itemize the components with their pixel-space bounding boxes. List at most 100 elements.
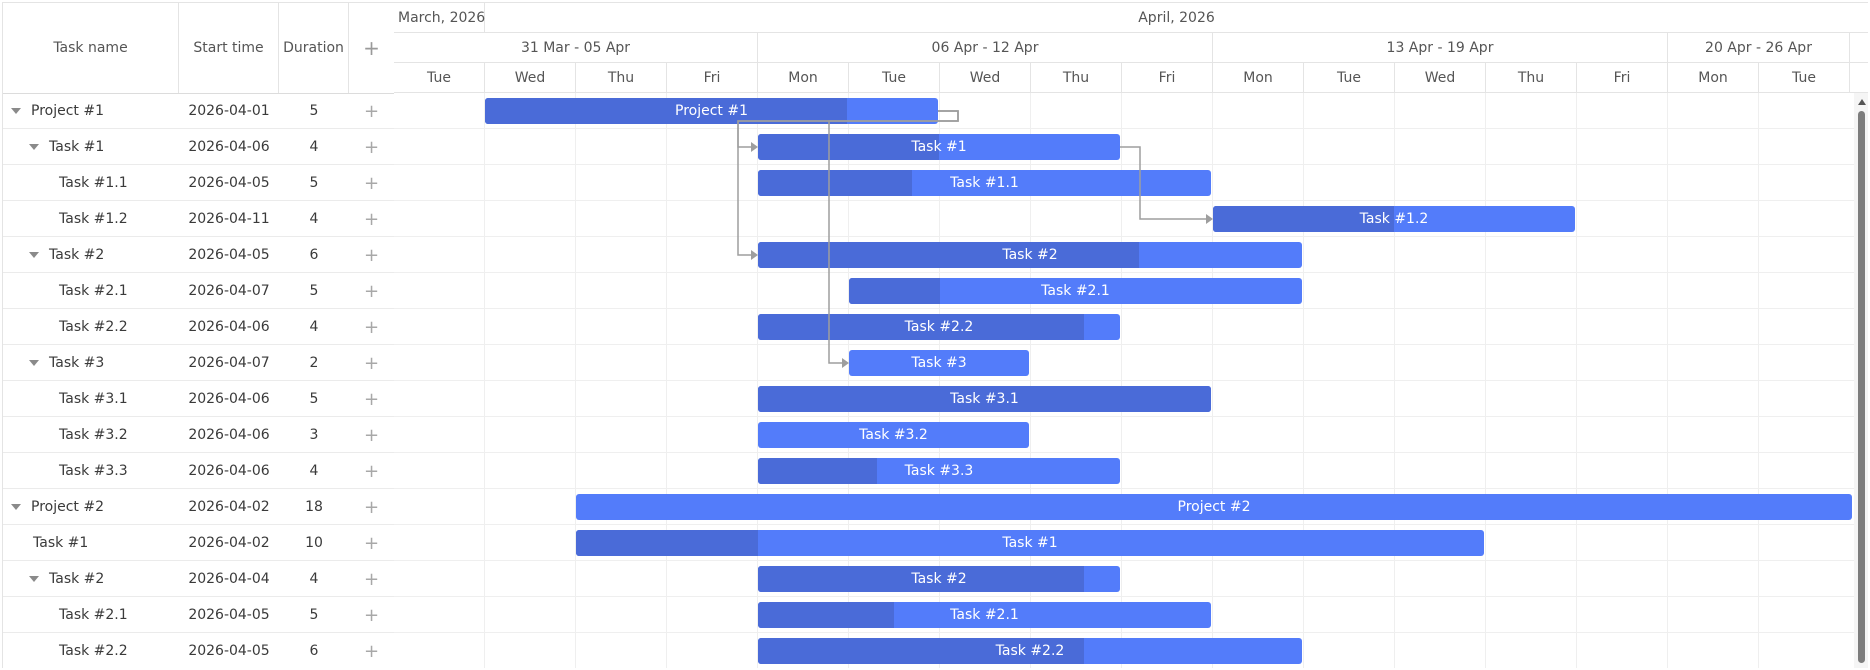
add-subtask-plus-icon[interactable]: +	[349, 309, 394, 345]
caret-down-icon[interactable]	[29, 144, 39, 150]
task-duration: 5	[309, 391, 319, 407]
column-header-task-name[interactable]: Task name	[3, 3, 179, 93]
task-row[interactable]: Project #2 2026-04-02 18 +	[3, 489, 394, 525]
add-subtask-plus-icon[interactable]: +	[349, 525, 394, 561]
task-start-time: 2026-04-05	[188, 643, 270, 659]
add-subtask-plus-icon[interactable]: +	[349, 453, 394, 489]
add-subtask-plus-icon[interactable]: +	[349, 561, 394, 597]
scale-day: Wed	[940, 63, 1031, 92]
add-subtask-plus-icon[interactable]: +	[349, 165, 394, 201]
task-name-cell: Project #2	[3, 489, 179, 525]
row-gridline	[394, 524, 1854, 525]
task-bar[interactable]: Task #2.1	[849, 278, 1302, 304]
add-subtask-plus-icon[interactable]: +	[349, 345, 394, 381]
task-name-cell: Task #3.1	[3, 381, 179, 417]
add-subtask-plus-icon[interactable]: +	[349, 417, 394, 453]
caret-down-icon[interactable]	[11, 108, 21, 114]
task-row[interactable]: Task #1 2026-04-02 10 +	[3, 525, 394, 561]
task-start-time: 2026-04-01	[188, 103, 270, 119]
task-duration: 5	[309, 103, 319, 119]
scale-day: Mon	[1668, 63, 1759, 92]
add-task-header-plus-icon[interactable]: +	[349, 3, 394, 93]
column-header-start-time[interactable]: Start time	[179, 3, 279, 93]
task-row[interactable]: Task #2 2026-04-05 6 +	[3, 237, 394, 273]
task-name-cell: Task #1.1	[3, 165, 179, 201]
task-bar[interactable]: Task #3	[849, 350, 1029, 376]
row-gridline	[394, 452, 1854, 453]
task-bar-label: Project #1	[675, 103, 748, 119]
scale-day: Fri	[667, 63, 758, 92]
task-bar[interactable]: Task #2	[758, 242, 1302, 268]
row-gridline	[394, 164, 1854, 165]
task-bar[interactable]: Task #1.2	[1213, 206, 1575, 232]
scale-week: 31 Mar - 05 Apr	[394, 33, 758, 62]
add-subtask-plus-icon[interactable]: +	[349, 597, 394, 633]
task-bar[interactable]: Project #2	[576, 494, 1852, 520]
task-row[interactable]: Task #3 2026-04-07 2 +	[3, 345, 394, 381]
add-subtask-plus-icon[interactable]: +	[349, 633, 394, 668]
task-row[interactable]: Task #1.2 2026-04-11 4 +	[3, 201, 394, 237]
task-row[interactable]: Task #1.1 2026-04-05 5 +	[3, 165, 394, 201]
task-duration: 18	[305, 499, 323, 515]
caret-down-icon[interactable]	[29, 576, 39, 582]
task-bar[interactable]: Task #1	[758, 134, 1120, 160]
task-name-cell: Task #3.3	[3, 453, 179, 489]
add-subtask-plus-icon[interactable]: +	[349, 489, 394, 525]
task-progress	[758, 458, 878, 484]
caret-down-icon[interactable]	[29, 360, 39, 366]
task-bar[interactable]: Task #2.2	[758, 638, 1302, 664]
add-subtask-plus-icon[interactable]: +	[349, 237, 394, 273]
task-row[interactable]: Task #1 2026-04-06 4 +	[3, 129, 394, 165]
task-bar[interactable]: Task #1	[576, 530, 1484, 556]
task-progress	[849, 278, 940, 304]
add-subtask-plus-icon[interactable]: +	[349, 129, 394, 165]
task-row[interactable]: Task #2.1 2026-04-07 5 +	[3, 273, 394, 309]
task-bar[interactable]: Task #3.1	[758, 386, 1211, 412]
scale-day: Mon	[1213, 63, 1304, 92]
task-row[interactable]: Task #2 2026-04-04 4 +	[3, 561, 394, 597]
column-header-duration[interactable]: Duration	[279, 3, 349, 93]
task-row[interactable]: Task #2.2 2026-04-06 4 +	[3, 309, 394, 345]
task-bar[interactable]: Task #3.3	[758, 458, 1120, 484]
caret-down-icon[interactable]	[29, 252, 39, 258]
task-bar[interactable]: Task #1.1	[758, 170, 1211, 196]
task-bar[interactable]: Task #2.1	[758, 602, 1211, 628]
scroll-up-arrow-icon[interactable]	[1858, 99, 1866, 105]
task-row[interactable]: Project #1 2026-04-01 5 +	[3, 93, 394, 129]
task-name: Task #1.1	[59, 175, 128, 191]
task-bar-label: Task #3.1	[950, 391, 1019, 407]
add-subtask-plus-icon[interactable]: +	[349, 273, 394, 309]
caret-down-icon[interactable]	[11, 504, 21, 510]
scale-week: 13 Apr - 19 Apr	[1213, 33, 1668, 62]
add-subtask-plus-icon[interactable]: +	[349, 93, 394, 129]
row-gridline	[394, 560, 1854, 561]
add-subtask-plus-icon[interactable]: +	[349, 381, 394, 417]
task-row[interactable]: Task #3.2 2026-04-06 3 +	[3, 417, 394, 453]
task-bar[interactable]: Task #2.2	[758, 314, 1120, 340]
task-name-cell: Task #1	[3, 129, 179, 165]
row-gridline	[394, 632, 1854, 633]
task-row[interactable]: Task #2.1 2026-04-05 5 +	[3, 597, 394, 633]
scrollbar-thumb[interactable]	[1858, 111, 1865, 663]
task-bar-label: Task #2.1	[1041, 283, 1110, 299]
task-name-cell: Task #2.1	[3, 273, 179, 309]
scale-day: Wed	[485, 63, 576, 92]
row-gridline	[394, 380, 1854, 381]
task-bar[interactable]: Project #1	[485, 98, 938, 124]
scale-week: 20 Apr - 26 Apr	[1668, 33, 1850, 62]
scale-month: April, 2026	[485, 3, 1868, 32]
task-row[interactable]: Task #2.2 2026-04-05 6 +	[3, 633, 394, 668]
task-bar[interactable]: Task #2	[758, 566, 1120, 592]
add-subtask-plus-icon[interactable]: +	[349, 201, 394, 237]
task-row[interactable]: Task #3.1 2026-04-06 5 +	[3, 381, 394, 417]
task-start-time: 2026-04-02	[188, 535, 270, 551]
task-start-time: 2026-04-05	[188, 247, 270, 263]
vertical-scrollbar[interactable]	[1854, 93, 1868, 668]
task-row[interactable]: Task #3.3 2026-04-06 4 +	[3, 453, 394, 489]
task-bar-label: Task #2.1	[950, 607, 1019, 623]
task-bar[interactable]: Task #3.2	[758, 422, 1029, 448]
task-duration: 4	[309, 463, 319, 479]
task-name-cell: Task #1	[3, 525, 179, 561]
task-name: Task #3.3	[59, 463, 128, 479]
task-name: Task #2.1	[59, 607, 128, 623]
